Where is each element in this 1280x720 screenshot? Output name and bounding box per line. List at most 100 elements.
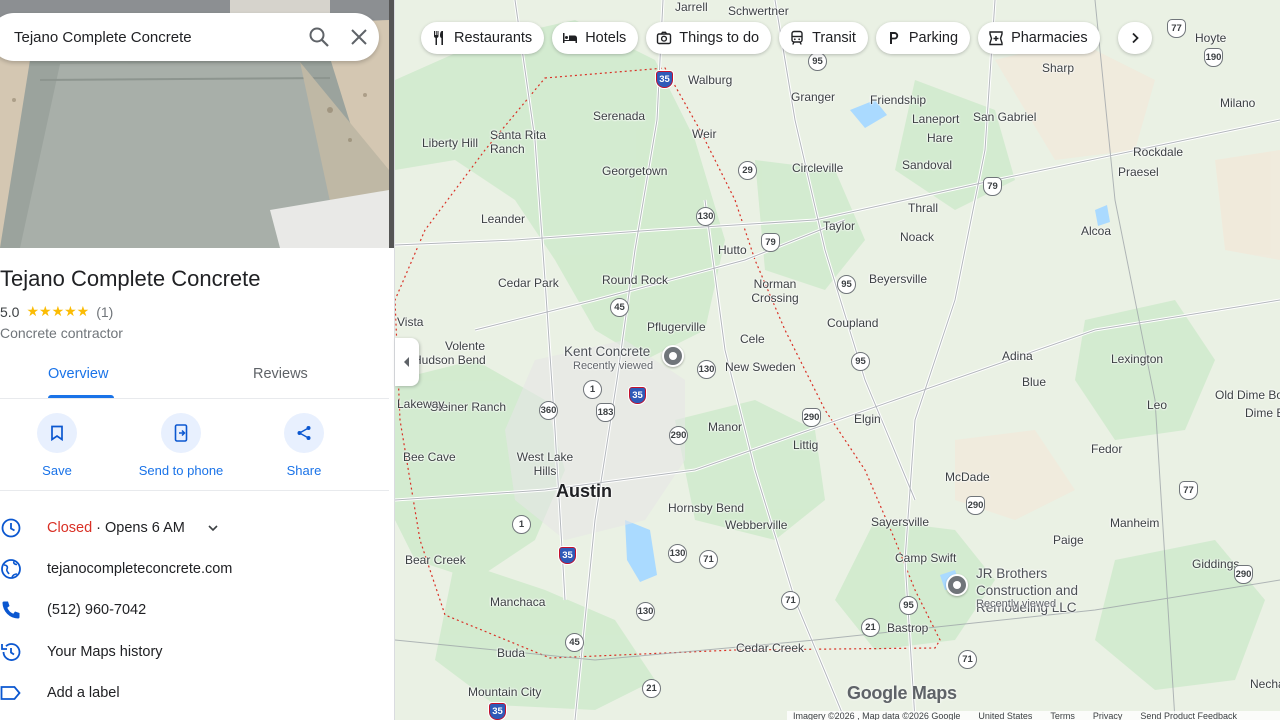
highway-shield: 79 bbox=[761, 233, 780, 252]
highway-shield: 45 bbox=[565, 633, 584, 652]
place-label: Webberville bbox=[725, 518, 788, 532]
share-icon bbox=[297, 426, 311, 440]
place-category[interactable]: Concrete contractor bbox=[0, 325, 123, 341]
place-label: Cele bbox=[740, 332, 765, 346]
map-terms-link[interactable]: Terms bbox=[1050, 711, 1075, 720]
highway-shield: 130 bbox=[636, 602, 655, 621]
place-label: Thrall bbox=[908, 201, 939, 215]
place-label: Cedar Park bbox=[498, 276, 559, 290]
highway-shield: 79 bbox=[983, 177, 1002, 196]
place-label-austin: Austin bbox=[556, 481, 612, 501]
add-label-row[interactable]: Add a label bbox=[0, 673, 389, 713]
highway-shield: 95 bbox=[837, 275, 856, 294]
jr-brothers-pin[interactable] bbox=[946, 574, 968, 596]
place-label: Noack bbox=[900, 230, 935, 244]
place-label: Bee Cave bbox=[403, 450, 456, 464]
share-label: Share bbox=[286, 463, 322, 478]
highway-shield: 290 bbox=[1234, 565, 1253, 584]
place-label: Santa Rita Ranch bbox=[490, 128, 547, 156]
place-label: Beyersville bbox=[869, 272, 928, 286]
map-attribution: Imagery ©2026 , Map data ©2026 Google bbox=[793, 711, 961, 720]
hours-status: Closed bbox=[47, 520, 93, 536]
highway-shield: 95 bbox=[851, 352, 870, 371]
place-label: Round Rock bbox=[602, 273, 669, 287]
rating-row[interactable]: 5.0 ★★★★★ (1) bbox=[0, 303, 113, 320]
place-label: Bastrop bbox=[887, 621, 929, 635]
phone-row[interactable]: (512) 960-7042 bbox=[0, 590, 389, 630]
place-label: Hornsby Bend bbox=[668, 501, 745, 515]
clear-search-button[interactable] bbox=[339, 28, 379, 46]
chip-pharmacies[interactable]: Pharmacies bbox=[978, 22, 1100, 54]
search-box[interactable]: Tejano Complete Concrete bbox=[0, 13, 379, 61]
poi-kent-concrete-name[interactable]: Kent Concrete bbox=[564, 344, 650, 359]
place-label: Sayersville bbox=[871, 515, 930, 529]
highway-shield: 290 bbox=[802, 408, 821, 427]
place-label: Nechanitz bbox=[1250, 677, 1280, 691]
place-label: Manchaca bbox=[490, 595, 546, 609]
highway-shield: 130 bbox=[668, 544, 687, 563]
tab-reviews[interactable]: Reviews bbox=[253, 366, 308, 382]
map-canvas[interactable]: Jarrell Schwertner Walburg Granger Frien… bbox=[395, 0, 1280, 720]
add-label-text: Add a label bbox=[47, 685, 120, 701]
highway-shield: 183 bbox=[596, 403, 615, 422]
highway-shield: 130 bbox=[697, 360, 716, 379]
chip-hotels[interactable]: Hotels bbox=[552, 22, 639, 54]
place-label: Volente bbox=[445, 339, 486, 353]
place-label: New Sweden bbox=[725, 360, 796, 374]
place-label: Bear Creek bbox=[405, 553, 466, 567]
place-label: Coupland bbox=[827, 316, 879, 330]
save-button[interactable]: Save bbox=[2, 413, 112, 478]
send-to-phone-button[interactable]: Send to phone bbox=[126, 413, 236, 478]
map-region-link[interactable]: United States bbox=[978, 711, 1032, 720]
caret-left-icon bbox=[404, 357, 409, 367]
panel-scrollbar[interactable] bbox=[389, 0, 394, 248]
tab-overview[interactable]: Overview bbox=[48, 366, 108, 382]
place-label: Dime Box bbox=[1245, 406, 1280, 420]
share-button[interactable]: Share bbox=[249, 413, 359, 478]
search-input[interactable]: Tejano Complete Concrete bbox=[14, 29, 299, 46]
place-label: Alcoa bbox=[1081, 224, 1112, 238]
hours-opens: · Opens 6 AM bbox=[92, 520, 185, 536]
hours-icon-wrap bbox=[0, 517, 47, 539]
history-icon-wrap bbox=[0, 641, 47, 663]
highway-shield: 71 bbox=[781, 591, 800, 610]
label-icon bbox=[0, 686, 21, 700]
map-privacy-link[interactable]: Privacy bbox=[1093, 711, 1123, 720]
place-label: Littig bbox=[793, 438, 819, 452]
highway-shield: 77 bbox=[1167, 19, 1186, 38]
place-label: Hutto bbox=[718, 243, 747, 257]
maps-history-row[interactable]: Your Maps history bbox=[0, 632, 389, 672]
chips-next-button[interactable] bbox=[1118, 22, 1152, 54]
highway-shield: 71 bbox=[699, 550, 718, 569]
phone-number[interactable]: (512) 960-7042 bbox=[47, 602, 146, 618]
place-label: Schwertner bbox=[728, 4, 789, 18]
place-label: West Lake Hills bbox=[516, 450, 574, 478]
clock-icon bbox=[1, 518, 21, 538]
place-details-panel: Tejano Complete Concrete Tejano Complete… bbox=[0, 0, 395, 720]
review-count[interactable]: (1) bbox=[96, 304, 113, 320]
phone-icon-wrap bbox=[0, 599, 47, 621]
camera-icon bbox=[657, 31, 672, 45]
website-row[interactable]: tejanocompleteconcrete.com bbox=[0, 549, 389, 589]
collapse-panel-button[interactable] bbox=[395, 338, 419, 386]
highway-shield: 1 bbox=[583, 380, 602, 399]
close-icon bbox=[351, 29, 367, 45]
search-button[interactable] bbox=[299, 26, 339, 48]
kent-concrete-pin[interactable] bbox=[662, 345, 684, 367]
chip-things-to-do[interactable]: Things to do bbox=[646, 22, 772, 54]
chip-restaurants[interactable]: Restaurants bbox=[421, 22, 545, 54]
highway-shield: 130 bbox=[696, 207, 715, 226]
fork-knife-icon bbox=[434, 31, 443, 45]
chevron-down-icon[interactable] bbox=[207, 522, 219, 534]
map-feedback-link[interactable]: Send Product Feedback bbox=[1140, 711, 1237, 720]
place-label: Lakeway bbox=[397, 397, 445, 411]
chip-transit[interactable]: Transit bbox=[779, 22, 868, 54]
website-link[interactable]: tejanocompleteconcrete.com bbox=[47, 561, 232, 577]
place-label: Hare bbox=[927, 131, 954, 145]
map-watermark: Google Maps bbox=[847, 683, 957, 703]
place-label: San Gabriel bbox=[973, 110, 1037, 124]
chip-parking[interactable]: Parking bbox=[875, 22, 971, 54]
place-title: Tejano Complete Concrete bbox=[0, 266, 261, 291]
hours-row[interactable]: Closed · Opens 6 AM bbox=[0, 508, 389, 548]
highway-shield: 21 bbox=[861, 618, 880, 637]
